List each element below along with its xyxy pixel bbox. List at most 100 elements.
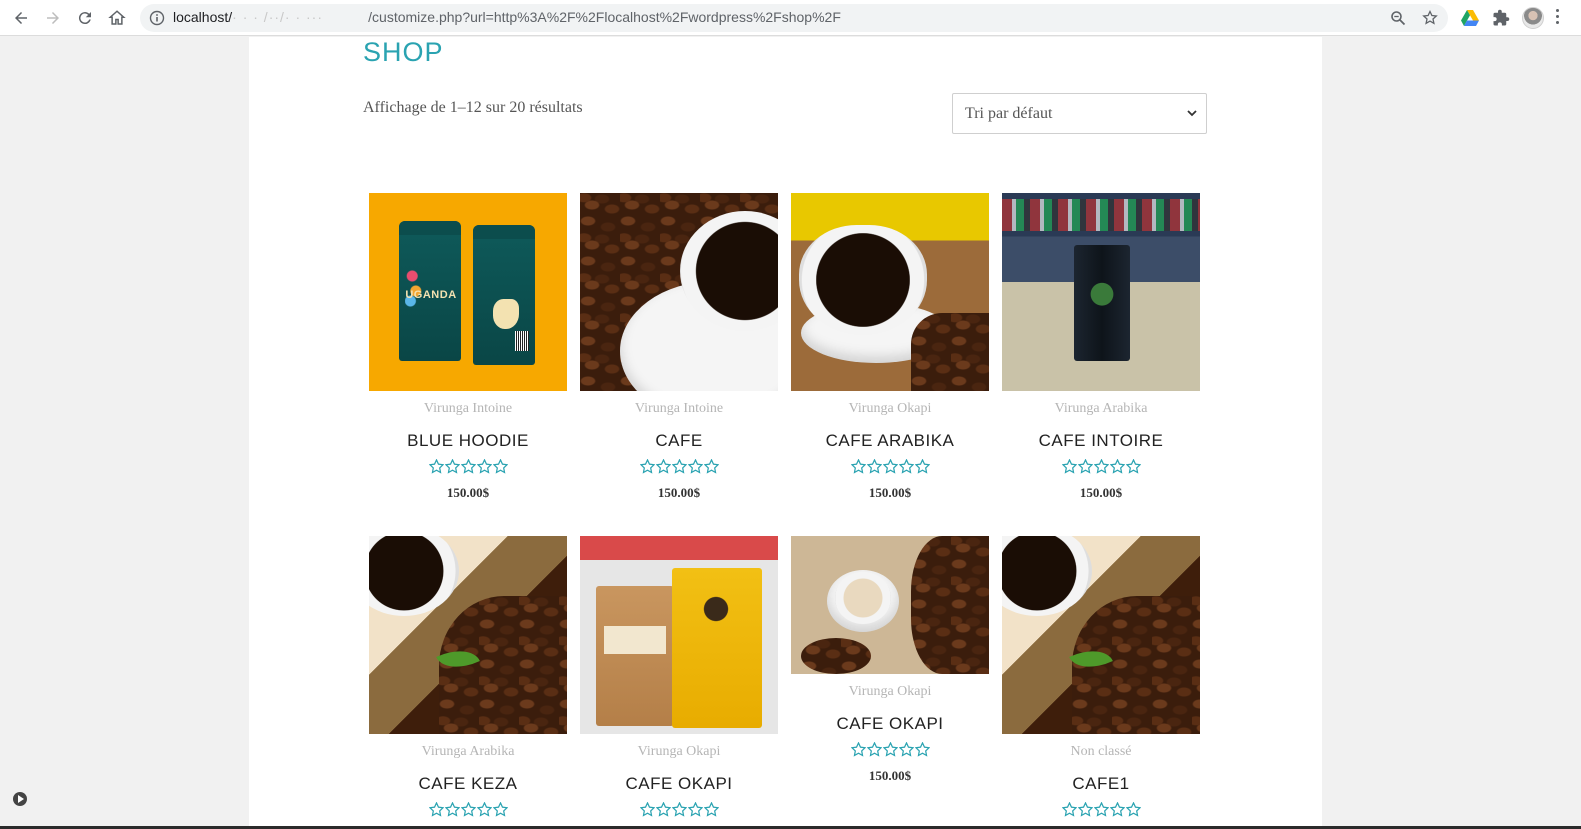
play-icon[interactable] xyxy=(13,792,27,806)
product-card[interactable]: UGANDA Virunga Intoine BLUE HOODIE 150.0… xyxy=(369,193,567,501)
zoom-icon[interactable] xyxy=(1390,10,1406,26)
star-icon xyxy=(1077,802,1093,817)
sort-selected-value: Tri par défaut xyxy=(965,105,1053,122)
star-icon xyxy=(703,459,719,474)
product-card[interactable]: Virunga Intoine CAFE 150.00$ xyxy=(580,193,778,501)
product-name[interactable]: CAFE KEZA xyxy=(369,774,567,794)
reload-icon xyxy=(78,12,91,25)
product-name[interactable]: BLUE HOODIE xyxy=(369,431,567,451)
star-icon xyxy=(914,742,930,757)
star-icon xyxy=(639,459,655,474)
chevron-down-icon xyxy=(1187,110,1197,117)
product-image[interactable] xyxy=(580,536,778,734)
star-icon xyxy=(898,742,914,757)
star-rating xyxy=(369,459,567,477)
forward-button[interactable] xyxy=(40,5,66,31)
coffee-bag-graphic xyxy=(596,586,674,726)
product-category[interactable]: Virunga Intoine xyxy=(580,401,778,419)
star-icon xyxy=(914,459,930,474)
shop-page: SHOP Affichage de 1–12 sur 20 résultats … xyxy=(249,37,1322,829)
product-name[interactable]: CAFE OKAPI xyxy=(791,714,989,734)
product-image[interactable]: UGANDA xyxy=(369,193,567,391)
sort-select[interactable]: Tri par défaut xyxy=(952,93,1207,134)
browser-menu-icon[interactable] xyxy=(1556,9,1560,27)
product-name[interactable]: CAFE INTOIRE xyxy=(1002,431,1200,451)
drive-extension-icon[interactable] xyxy=(1460,8,1480,28)
product-price: 150.00$ xyxy=(1079,485,1123,500)
product-name[interactable]: CAFE ARABIKA xyxy=(791,431,989,451)
product-card[interactable]: Virunga Okapi CAFE OKAPI 150.00$ xyxy=(791,536,989,784)
star-icon xyxy=(1077,459,1093,474)
star-icon xyxy=(476,459,492,474)
product-image[interactable] xyxy=(580,193,778,391)
star-icon xyxy=(687,802,703,817)
star-icon xyxy=(1109,802,1125,817)
reload-button[interactable] xyxy=(72,5,98,31)
coffee-bag-graphic xyxy=(473,225,535,365)
star-icon xyxy=(1125,459,1141,474)
product-card[interactable]: Virunga Okapi CAFE ARABIKA 150.00$ xyxy=(791,193,989,501)
star-icon xyxy=(1093,459,1109,474)
product-card[interactable]: Virunga Arabika CAFE KEZA xyxy=(369,536,567,820)
result-count: Affichage de 1–12 sur 20 résultats xyxy=(363,99,583,116)
product-category[interactable]: Virunga Okapi xyxy=(791,401,989,419)
star-icon xyxy=(1061,802,1077,817)
url-path: /customize.php?url=http%3A%2F%2Flocalhos… xyxy=(368,9,841,25)
product-image[interactable] xyxy=(791,193,989,391)
star-icon xyxy=(703,802,719,817)
product-category[interactable]: Non classé xyxy=(1002,744,1200,762)
extensions-puzzle-icon[interactable] xyxy=(1491,8,1511,28)
product-card[interactable]: Non classé CAFE1 xyxy=(1002,536,1200,820)
product-name[interactable]: CAFE OKAPI xyxy=(580,774,778,794)
star-icon xyxy=(492,459,508,474)
star-icon xyxy=(671,802,687,817)
home-button[interactable] xyxy=(104,5,130,31)
star-icon xyxy=(444,802,460,817)
bookmark-star-icon[interactable] xyxy=(1422,10,1438,26)
star-icon xyxy=(882,742,898,757)
star-rating xyxy=(1002,459,1200,477)
info-icon xyxy=(149,10,165,26)
profile-avatar[interactable] xyxy=(1522,7,1544,29)
product-card[interactable]: Virunga Arabika CAFE INTOIRE 150.00$ xyxy=(1002,193,1200,501)
product-price: 150.00$ xyxy=(868,485,912,500)
product-name[interactable]: CAFE xyxy=(580,431,778,451)
url-host: localhost/ xyxy=(173,9,233,25)
browser-toolbar: localhost/· · · /··/· · ··· /customize.ph… xyxy=(0,0,1581,36)
star-icon xyxy=(866,742,882,757)
product-price: 150.00$ xyxy=(446,485,490,500)
coffee-bag-graphic xyxy=(672,568,762,728)
star-rating xyxy=(791,742,989,760)
coffee-bag-graphic: UGANDA xyxy=(399,221,461,361)
product-category[interactable]: Virunga Intoine xyxy=(369,401,567,419)
product-image[interactable] xyxy=(1002,536,1200,734)
star-icon xyxy=(1061,459,1077,474)
star-icon xyxy=(1109,459,1125,474)
product-category[interactable]: Virunga Arabika xyxy=(369,744,567,762)
arrow-right-icon xyxy=(47,12,59,24)
star-icon xyxy=(428,459,444,474)
home-icon xyxy=(108,10,126,25)
product-category[interactable]: Virunga Okapi xyxy=(580,744,778,762)
star-icon xyxy=(850,459,866,474)
product-category[interactable]: Virunga Okapi xyxy=(791,684,989,702)
product-category[interactable]: Virunga Arabika xyxy=(1002,401,1200,419)
star-icon xyxy=(1125,802,1141,817)
back-button[interactable] xyxy=(8,5,34,31)
star-icon xyxy=(639,802,655,817)
product-name[interactable]: CAFE1 xyxy=(1002,774,1200,794)
star-icon xyxy=(428,802,444,817)
star-icon xyxy=(444,459,460,474)
star-icon xyxy=(492,802,508,817)
star-rating xyxy=(1002,802,1200,820)
product-card[interactable]: Virunga Okapi CAFE OKAPI xyxy=(580,536,778,820)
product-image[interactable] xyxy=(791,536,989,674)
star-icon xyxy=(460,802,476,817)
star-rating xyxy=(369,802,567,820)
product-image[interactable] xyxy=(1002,193,1200,391)
star-rating xyxy=(791,459,989,477)
product-image[interactable] xyxy=(369,536,567,734)
star-icon xyxy=(882,459,898,474)
url-text: localhost/· · · /··/· · ··· /customize.ph… xyxy=(173,9,841,25)
address-bar[interactable]: localhost/· · · /··/· · ··· /customize.ph… xyxy=(140,4,1448,32)
